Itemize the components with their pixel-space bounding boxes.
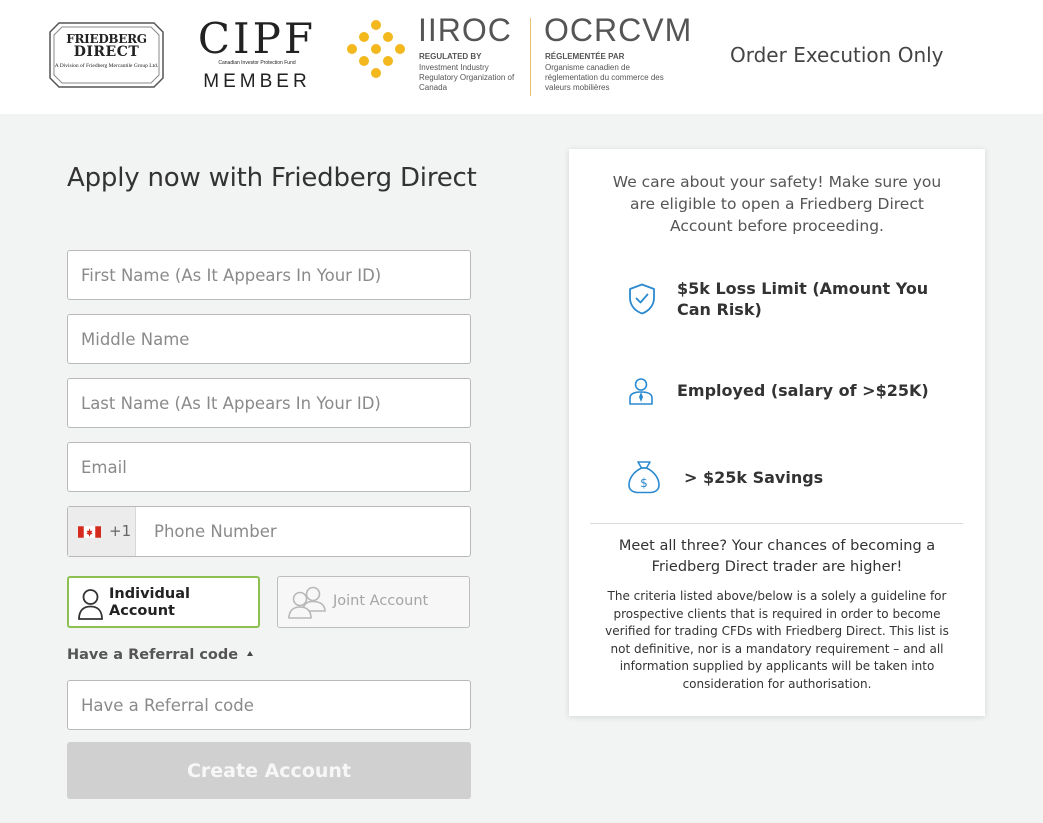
card-meet-all-three: Meet all three? Your chances of becoming…	[618, 538, 936, 575]
ocrcvm-regulated-label: RÉGLEMENTÉE PAR	[545, 52, 625, 61]
criterion-loss-limit: $5k Loss Limit (Amount You Can Risk)	[677, 279, 929, 319]
page-title: Apply now with Friedberg Direct	[67, 163, 477, 193]
people-icon	[288, 586, 326, 619]
cipf-member-text: MEMBER	[203, 71, 311, 92]
first-name-input[interactable]	[67, 250, 471, 300]
caret-up-icon	[247, 651, 254, 656]
iiroc-regulated-label: REGULATED BY	[419, 52, 482, 61]
individual-account-label: Individual Account	[109, 586, 190, 619]
header-bar: FRIEDBERG DIRECT A Division of Friedberg…	[0, 0, 1043, 114]
referral-code-input[interactable]	[67, 680, 471, 730]
iiroc-name: IIROC	[418, 12, 512, 48]
cipf-member-logo: CIPF Canadian Investor Protection Fund M…	[196, 15, 318, 97]
create-account-button[interactable]: Create Account	[67, 742, 471, 799]
employee-icon	[629, 378, 653, 405]
referral-code-toggle[interactable]: Have a Referral code	[67, 647, 254, 663]
ocrcvm-name: OCRCVM	[544, 12, 693, 48]
middle-name-input[interactable]	[67, 314, 471, 364]
joint-account-option[interactable]: Joint Account	[277, 576, 470, 628]
shield-check-icon	[629, 283, 655, 315]
canada-flag-icon	[78, 526, 101, 538]
cipf-logo-subtitle: Canadian Investor Protection Fund	[218, 60, 296, 66]
iiroc-logo: IIROC REGULATED BY Investment Industry R…	[345, 12, 695, 99]
cipf-logo-text: CIPF	[197, 14, 317, 63]
money-bag-icon: $	[628, 461, 660, 494]
card-disclaimer: The criteria listed above/below is a sol…	[605, 589, 949, 691]
iiroc-description: Investment Industry Regulatory Organizat…	[419, 63, 515, 92]
phone-field: +1	[67, 506, 471, 557]
individual-account-option[interactable]: Individual Account	[67, 576, 260, 628]
country-code-selector[interactable]: +1	[68, 507, 136, 556]
card-divider	[590, 523, 963, 524]
last-name-input[interactable]	[67, 378, 471, 428]
phone-number-input[interactable]	[136, 507, 470, 556]
email-input[interactable]	[67, 442, 471, 492]
criterion-employed: Employed (salary of >$25K)	[677, 381, 929, 400]
card-intro: We care about your safety! Make sure you…	[612, 173, 942, 235]
iiroc-dots-icon	[347, 20, 405, 78]
friedberg-direct-logo: FRIEDBERG DIRECT A Division of Friedberg…	[49, 22, 164, 88]
fd-logo-line3: A Division of Friedberg Mercantile Group…	[54, 63, 159, 69]
person-icon	[78, 589, 103, 620]
joint-account-label: Joint Account	[333, 593, 429, 609]
fd-logo-line2: DIRECT	[73, 44, 140, 60]
order-execution-label: Order Execution Only	[730, 43, 944, 67]
referral-toggle-label: Have a Referral code	[67, 647, 239, 663]
eligibility-card: We care about your safety! Make sure you…	[569, 149, 985, 716]
criterion-savings: > $25k Savings	[684, 468, 824, 487]
country-code: +1	[109, 522, 132, 540]
svg-text:$: $	[640, 476, 648, 490]
ocrcvm-description: Organisme canadien de réglementation du …	[545, 63, 664, 92]
iiroc-divider	[530, 18, 531, 96]
